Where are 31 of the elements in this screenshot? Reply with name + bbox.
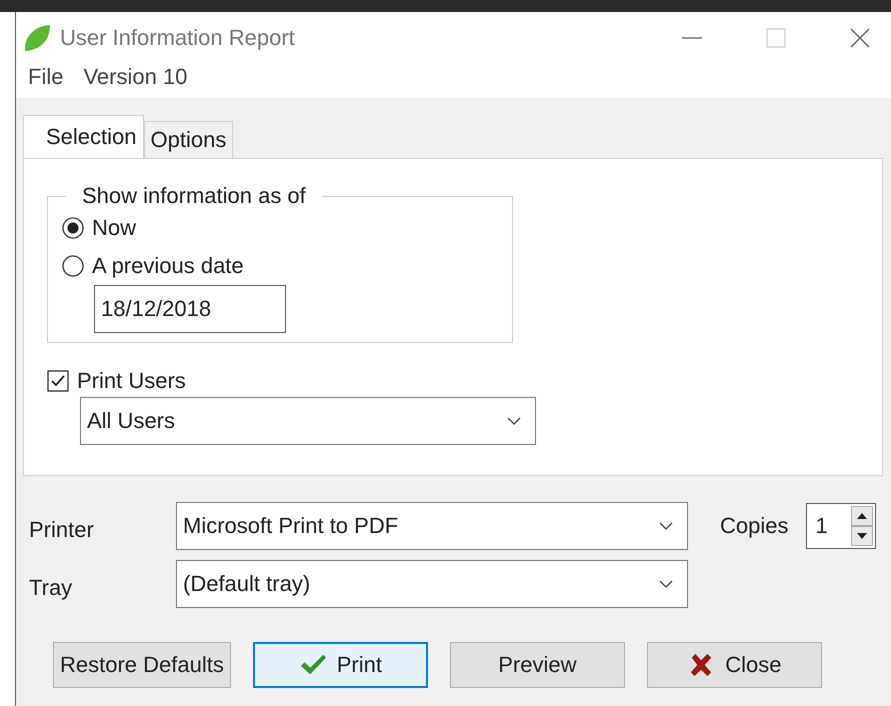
dialog-button[interactable]: Preview xyxy=(450,642,625,688)
radio-button[interactable] xyxy=(62,217,84,239)
chevron-down-icon xyxy=(507,417,521,425)
tab[interactable]: Options xyxy=(144,121,234,158)
copies-spinner[interactable]: 1 xyxy=(806,503,876,549)
checkbox-label: Print Users xyxy=(77,368,186,394)
checkbox[interactable] xyxy=(47,370,69,392)
users-dropdown[interactable]: All Users xyxy=(80,397,536,445)
window-title: User Information Report xyxy=(60,25,295,51)
radio-button[interactable] xyxy=(62,255,84,277)
close-icon[interactable] xyxy=(849,27,871,49)
dialog-button[interactable]: Close xyxy=(646,642,822,688)
printer-dropdown[interactable]: Microsoft Print to PDF xyxy=(176,502,688,550)
dialog-button[interactable]: Restore Defaults xyxy=(53,642,231,688)
tray-dropdown[interactable]: (Default tray) xyxy=(176,560,688,608)
leaf-icon xyxy=(22,23,52,53)
radio-label: A previous date xyxy=(92,253,244,279)
dialog-button[interactable]: Print xyxy=(252,642,428,688)
tab[interactable]: Selection xyxy=(23,115,144,158)
chevron-down-icon xyxy=(659,522,673,530)
date-field[interactable]: 18/12/2018 xyxy=(94,285,286,333)
chevron-down-icon xyxy=(659,580,673,588)
copies-label: Copies xyxy=(720,513,788,539)
spinner-arrows-icon xyxy=(851,506,874,546)
group-title: Show information as of xyxy=(81,183,307,209)
radio-label: Now xyxy=(92,215,136,241)
tray-label: Tray xyxy=(29,574,74,601)
printer-label: Printer xyxy=(29,516,95,543)
menu-item[interactable]: Version 10 xyxy=(83,64,188,90)
checkmark-icon xyxy=(298,653,327,677)
menu-item[interactable]: File xyxy=(28,64,64,90)
